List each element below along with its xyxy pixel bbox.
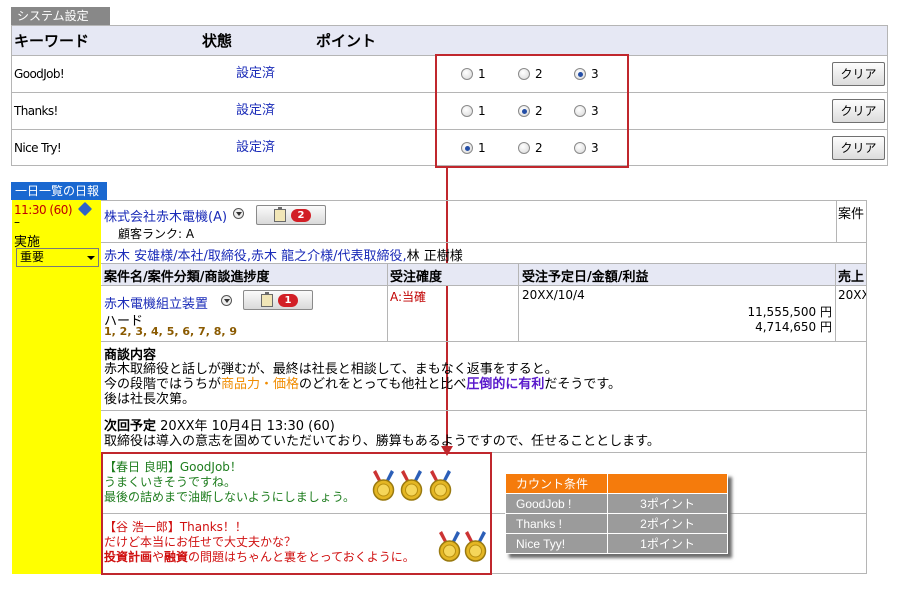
comment-line: 最後の詰めまで油断しないようにしましょう。: [104, 490, 356, 504]
medal-icon: [372, 470, 395, 501]
divider: [387, 263, 388, 342]
contact-plain: 林 正樹様: [406, 249, 463, 264]
header-date-amount: 受注予定日/金額/利益: [522, 270, 649, 285]
count-points: 2ポイント: [607, 513, 728, 534]
divider: [101, 285, 867, 286]
comment-line: だけど本当にお任せで大丈夫かな？: [104, 535, 297, 549]
keyword-label: GoodJob!: [14, 67, 65, 81]
medal-icon: [400, 470, 423, 501]
progress-step[interactable]: 9: [229, 325, 237, 338]
divider: [101, 263, 867, 264]
header-confirm: 受注確度: [390, 270, 443, 285]
clear-button[interactable]: クリア: [832, 62, 885, 86]
clipboard-icon: [274, 207, 286, 222]
order-date: 20XX/10/4: [522, 288, 585, 302]
progress-step[interactable]: 1: [104, 325, 112, 338]
divider: [101, 341, 867, 342]
system-settings-tab[interactable]: システム設定: [11, 7, 110, 25]
pencil-icon[interactable]: [77, 201, 93, 217]
keyword-label: Thanks!: [14, 104, 58, 118]
progress-step[interactable]: 5: [167, 325, 175, 338]
order-confidence: A:当確: [390, 290, 427, 304]
table-row: Nice Tyy! 1ポイント: [505, 533, 728, 554]
progress-steps: 1, 2, 3, 4, 5, 6, 7, 8, 9: [104, 325, 238, 338]
comment-header: 【谷 浩一郎】Thanks！！: [104, 520, 247, 534]
comment-thanks: 【谷 浩一郎】Thanks！！ だけど本当にお任せで大丈夫かな？ 投資計画や融資…: [104, 520, 415, 565]
table-row: GoodJob ! 3ポイント: [505, 493, 728, 514]
settings-header-row: キーワード 状態 ポイント: [12, 26, 887, 56]
divider: [835, 263, 836, 342]
comment-header: 【春日 良明】GoodJob！: [104, 460, 242, 474]
dropdown-icon[interactable]: [233, 208, 244, 219]
meeting-line: 後は社長次第。: [104, 392, 196, 407]
header-project: 案件名/案件分類/商談進捗度: [104, 270, 270, 285]
next-plan-text: 取締役は導入の意志を固めていただいており、勝算もあるようですので、任せることとし…: [104, 434, 660, 449]
count-keyword: GoodJob !: [505, 493, 608, 514]
medal-icon: [464, 531, 487, 562]
contacts-link[interactable]: 赤木 安雄様/本社/取締役,赤木 龍之介様/代表取締役,: [104, 249, 407, 264]
progress-step[interactable]: 3: [135, 325, 143, 338]
count-table-header-blank: [607, 473, 728, 494]
report-left-column: 11:30 (60) – 実施 重要: [12, 200, 101, 574]
dropdown-icon[interactable]: [221, 295, 232, 306]
table-row: カウント条件: [505, 473, 728, 494]
divider: [101, 410, 867, 411]
priority-select[interactable]: 重要: [16, 248, 99, 267]
divider: [518, 263, 519, 342]
sales-date: 20XX: [838, 288, 866, 302]
divider: [103, 513, 490, 514]
progress-step[interactable]: 7: [198, 325, 206, 338]
priority-value: 重要: [20, 250, 45, 264]
status-link[interactable]: 設定済: [236, 129, 275, 166]
progress-step[interactable]: 4: [151, 325, 159, 338]
table-row: Thanks ! 2ポイント: [505, 513, 728, 534]
clear-button[interactable]: クリア: [832, 136, 885, 160]
status-link[interactable]: 設定済: [236, 92, 275, 129]
status-link[interactable]: 設定済: [236, 55, 275, 92]
divider: [836, 200, 837, 242]
progress-step[interactable]: 8: [214, 325, 222, 338]
count-keyword: Nice Tyy!: [505, 533, 608, 554]
progress-step[interactable]: 2: [120, 325, 128, 338]
highlight-text: 商品力・価格: [221, 377, 300, 392]
medal-icon: [438, 531, 461, 562]
progress-step[interactable]: 6: [182, 325, 190, 338]
divider: [101, 242, 867, 243]
clear-button[interactable]: クリア: [832, 99, 885, 123]
comment-goodjob: 【春日 良明】GoodJob！ うまくいきそうですね。 最後の詰めまで油断しない…: [104, 460, 355, 505]
comment-line: 投資計画や融資の問題はちゃんと裏をとっておくように。: [104, 550, 415, 564]
count-badge: 1: [278, 294, 298, 307]
report-time: 11:30 (60): [14, 203, 73, 217]
company-report-button[interactable]: 2: [256, 205, 326, 225]
daily-report-tab[interactable]: 一日一覧の日報: [11, 182, 107, 200]
header-keyword: キーワード: [14, 32, 90, 50]
case-label: 案件: [838, 207, 865, 222]
point-highlight-box: [435, 54, 629, 168]
header-point: ポイント: [316, 32, 377, 50]
count-badge: 2: [291, 209, 311, 222]
highlight-text: 圧倒的に有利: [466, 377, 545, 392]
count-points: 1ポイント: [607, 533, 728, 554]
header-status: 状態: [202, 32, 233, 50]
count-table-header: カウント条件: [505, 473, 608, 494]
comment-line: うまくいきそうですね。: [104, 475, 237, 489]
report-dash: –: [14, 215, 20, 229]
count-points: 3ポイント: [607, 493, 728, 514]
project-report-button[interactable]: 1: [243, 290, 313, 310]
company-link[interactable]: 株式会社赤木電機(A): [104, 206, 227, 225]
medal-icon: [429, 470, 452, 501]
contacts-line: 赤木 安雄様/本社/取締役,赤木 龍之介様/代表取締役,林 正樹様: [104, 245, 463, 264]
order-profit: 4,714,650 円: [755, 320, 832, 334]
count-condition-table: カウント条件 GoodJob ! 3ポイント Thanks ! 2ポイント Ni…: [505, 473, 728, 554]
keyword-label: Nice Try!: [14, 141, 62, 155]
clipboard-icon: [261, 292, 273, 307]
header-sales: 売上: [838, 270, 865, 285]
customer-rank: 顧客ランク: A: [118, 227, 195, 241]
count-keyword: Thanks !: [505, 513, 608, 534]
chevron-down-icon: [87, 256, 95, 260]
